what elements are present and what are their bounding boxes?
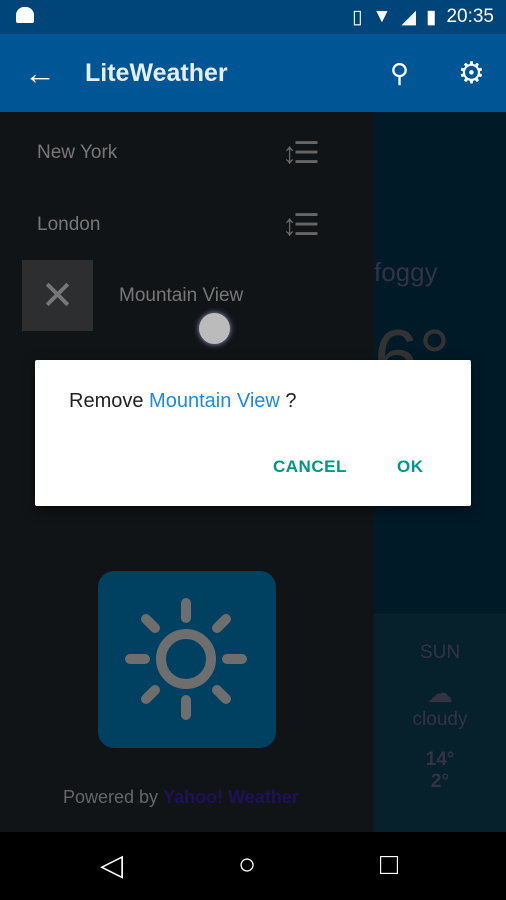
- forecast-day-label: SUN: [419, 642, 461, 663]
- forecast-high: 14°: [425, 749, 455, 770]
- navigation-bar: ◁ ○ □: [0, 832, 506, 900]
- city-name: New York: [37, 142, 118, 163]
- provider-link[interactable]: Yahoo! Weather: [163, 787, 299, 807]
- sun-icon: [125, 598, 247, 720]
- reorder-icon[interactable]: ↕☰: [282, 208, 320, 243]
- dialog-suffix: ?: [279, 390, 297, 412]
- battery-charging-icon: ▮: [425, 6, 437, 28]
- search-icon[interactable]: ⚲: [390, 58, 409, 89]
- dialog-city: Mountain View: [149, 390, 280, 412]
- app-bar: ← LiteWeather ⚲ ⚙: [0, 34, 506, 112]
- powered-by: Powered by Yahoo! Weather: [63, 787, 299, 808]
- dialog-message: Remove Mountain View ?: [69, 390, 297, 413]
- recents-icon[interactable]: □: [380, 848, 398, 882]
- city-item[interactable]: London ↕☰: [0, 189, 374, 261]
- forecast-low: 2°: [430, 771, 450, 792]
- city-item[interactable]: Mountain View: [0, 260, 374, 332]
- app-logo: [98, 571, 276, 748]
- clock: 20:35: [446, 6, 494, 27]
- wifi-icon: ▼: [372, 6, 392, 27]
- forecast-day: SUN ☁ cloudy 14° 2°: [374, 614, 506, 832]
- app-title: LiteWeather: [85, 58, 228, 87]
- status-bar: ▯ ▼ ◢ ▮ 20:35: [0, 0, 506, 34]
- remove-city-dialog: Remove Mountain View ? CANCEL OK: [35, 360, 471, 506]
- android-icon: [16, 7, 34, 23]
- vibrate-icon: ▯: [352, 6, 363, 28]
- cancel-button[interactable]: CANCEL: [273, 457, 347, 477]
- touch-indicator: [199, 313, 230, 344]
- city-name: Mountain View: [119, 285, 244, 306]
- cloudy-icon: ☁: [427, 678, 453, 708]
- reorder-icon[interactable]: ↕☰: [282, 136, 320, 171]
- back-icon[interactable]: ◁: [100, 848, 123, 883]
- city-item[interactable]: New York ↕☰: [0, 117, 374, 189]
- city-name: London: [37, 214, 101, 235]
- signal-icon: ◢: [401, 6, 416, 28]
- dialog-prefix: Remove: [69, 390, 144, 412]
- forecast-condition: cloudy: [412, 709, 468, 730]
- powered-by-label: Powered by: [63, 787, 159, 807]
- gear-icon[interactable]: ⚙: [458, 56, 485, 91]
- home-icon[interactable]: ○: [238, 848, 256, 882]
- back-arrow-icon[interactable]: ←: [24, 55, 56, 92]
- ok-button[interactable]: OK: [397, 457, 424, 477]
- condition: foggy: [374, 257, 438, 287]
